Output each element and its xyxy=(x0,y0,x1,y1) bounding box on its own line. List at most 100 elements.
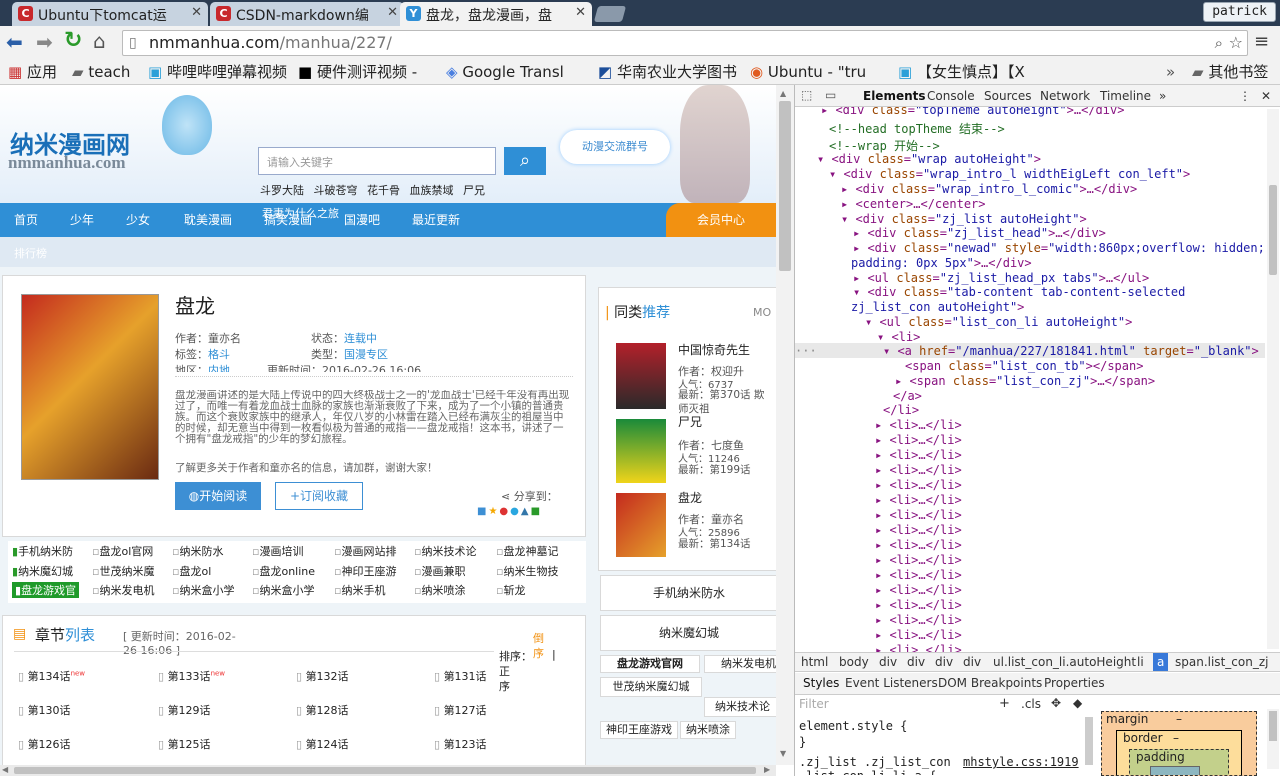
style-rule-element[interactable]: element.style { xyxy=(799,719,907,733)
link-item[interactable]: ▫漫画兼职 xyxy=(414,563,465,579)
dom-node[interactable]: ▸ <div class="newad" style="width:860px;… xyxy=(853,241,1265,255)
color-format-icon[interactable]: ◆ xyxy=(1073,696,1082,710)
chapter-link[interactable]: ▯ 第130话 xyxy=(18,702,71,718)
device-icon[interactable]: ▭ xyxy=(825,88,836,102)
dom-node[interactable]: ▸ <li>…</li> xyxy=(875,598,962,612)
dom-node[interactable]: <span class="list_con_tb"></span> xyxy=(905,359,1143,373)
close-icon[interactable]: ✕ xyxy=(387,5,398,20)
ad-link[interactable]: 纳米发电机 xyxy=(704,655,776,673)
related-name[interactable]: 中国惊奇先生 xyxy=(678,341,750,358)
forward-icon[interactable]: ➡ xyxy=(36,30,53,54)
link-item[interactable]: ▫斩龙 xyxy=(496,582,525,598)
search-input[interactable]: 请输入关键字 xyxy=(258,147,496,175)
qq-group-bubble[interactable]: 动漫交流群号 xyxy=(560,130,670,164)
style-source-link[interactable]: mhstyle.css:1919 xyxy=(963,755,1079,769)
dom-node[interactable]: ▸ <li>…</li> xyxy=(875,583,962,597)
crumb-selected[interactable]: a xyxy=(1153,653,1169,671)
link-item[interactable]: ▫纳米手机 xyxy=(334,582,385,598)
dom-node[interactable]: ▸ <li>…</li> xyxy=(875,538,962,552)
chapter-link[interactable]: ▯ 第125话 xyxy=(158,736,211,752)
qzone-icon[interactable]: ■ xyxy=(477,506,488,517)
dom-node[interactable]: ▸ <li>…</li> xyxy=(875,493,962,507)
crumb[interactable]: div xyxy=(963,655,981,669)
home-icon[interactable]: ⌂ xyxy=(93,29,106,53)
tab-properties[interactable]: Properties xyxy=(1044,676,1105,690)
styles-scrollbar[interactable] xyxy=(1085,717,1093,765)
link-item[interactable]: ▫纳米喷涂 xyxy=(414,582,465,598)
related-cover[interactable] xyxy=(616,419,666,483)
bookmark-google-translate[interactable]: ◈ Google Transl xyxy=(446,62,588,82)
nav-guoman[interactable]: 国漫吧 xyxy=(344,211,380,228)
tab-2[interactable]: C CSDN-markdown编 ✕ xyxy=(210,2,404,26)
close-icon[interactable]: ✕ xyxy=(191,5,202,20)
scroll-thumb[interactable] xyxy=(14,767,756,774)
more-bookmarks-icon[interactable]: » xyxy=(1166,62,1175,82)
pin-icon[interactable]: ✥ xyxy=(1051,696,1061,710)
menu-icon[interactable]: ≡ xyxy=(1254,31,1269,52)
hot-word[interactable]: 斗罗大陆 xyxy=(260,184,304,197)
inspect-icon[interactable]: ⬚ xyxy=(801,88,812,102)
tab-styles[interactable]: Styles xyxy=(803,676,839,690)
link-item[interactable]: ▫纳米盒小学 xyxy=(252,582,314,598)
link-item[interactable]: ▫漫画培训 xyxy=(252,543,303,559)
close-icon[interactable]: ✕ xyxy=(575,5,586,20)
hot-word[interactable]: 君妻为什么之旅 xyxy=(262,205,339,221)
comic-cover[interactable] xyxy=(21,294,159,480)
nav-shaonv[interactable]: 少女 xyxy=(126,211,150,228)
crumb[interactable]: li xyxy=(1137,655,1144,669)
style-rule-selector-cont[interactable]: .list_con_li li a { xyxy=(799,769,936,775)
dom-node[interactable]: </li> xyxy=(883,403,919,417)
link-item[interactable]: ▫纳米盒小学 xyxy=(172,582,234,598)
ad-box[interactable]: 手机纳米防水 xyxy=(600,575,776,611)
dom-node[interactable]: ▸ <div class="topTheme autoHeight">…</di… xyxy=(821,107,1124,117)
link-item[interactable]: ▫盘龙online xyxy=(252,563,315,579)
link-item[interactable]: ▫盘龙神墓记 xyxy=(496,543,558,559)
dom-node[interactable]: ▾ <div class="zj_list autoHeight"> xyxy=(841,212,1087,226)
weibo-icon[interactable]: ● xyxy=(499,506,510,517)
dom-node[interactable]: ▸ <li>…</li> xyxy=(875,628,962,642)
ad-link[interactable]: 神印王座游戏 xyxy=(600,721,678,739)
hot-word[interactable]: 血族禁域 xyxy=(410,184,454,197)
styles-filter-input[interactable]: Filter xyxy=(799,697,829,711)
nav-latest[interactable]: 最近更新 xyxy=(412,211,460,228)
bookmark-bilibili[interactable]: ▣ 哔哩哔哩弹幕视频 xyxy=(148,62,288,82)
crumb[interactable]: body xyxy=(839,655,869,669)
chapter-link[interactable]: ▯ 第129话 xyxy=(158,702,211,718)
related-cover[interactable] xyxy=(616,343,666,409)
tab-elements[interactable]: Elements xyxy=(863,89,926,103)
nav-rank[interactable]: 排行榜 xyxy=(14,245,47,261)
devtools-menu-icon[interactable]: ⋮ xyxy=(1239,89,1251,103)
scroll-left-icon[interactable]: ◀ xyxy=(2,765,8,774)
dom-node[interactable]: ▸ <li>…</li> xyxy=(875,433,962,447)
dom-node[interactable]: ▸ <li>…</li> xyxy=(875,613,962,627)
bookmark-other[interactable]: ▰ 其他书签 xyxy=(1192,62,1278,82)
dom-node[interactable]: ▸ <li>…</li> xyxy=(875,523,962,537)
link-item[interactable]: ▫纳米生物技 xyxy=(496,563,558,579)
dom-node[interactable]: </a> xyxy=(893,389,922,403)
crumb[interactable]: ul.list_con_li.autoHeight xyxy=(993,655,1136,669)
link-item[interactable]: ▮手机纳米防 xyxy=(12,543,73,559)
star-icon[interactable]: ☆ xyxy=(1229,31,1243,55)
bookmark-apps[interactable]: ▦ 应用 xyxy=(8,62,68,82)
tencent-icon[interactable]: ● xyxy=(510,506,521,517)
ad-link[interactable]: 纳米技术论 xyxy=(704,697,776,717)
chapter-link[interactable]: ▯ 第127话 xyxy=(434,702,487,718)
tab-timeline[interactable]: Timeline xyxy=(1100,89,1151,103)
tab-network[interactable]: Network xyxy=(1040,89,1090,103)
dom-comment[interactable]: <!--head topTheme 结束--> xyxy=(829,120,1005,137)
hot-word[interactable]: 花千骨 xyxy=(367,184,400,197)
scroll-down-icon[interactable]: ▼ xyxy=(780,749,786,758)
crumb[interactable]: div xyxy=(879,655,897,669)
dom-node[interactable]: ▸ <li>…</li> xyxy=(875,478,962,492)
link-item[interactable]: ▫纳米技术论 xyxy=(414,543,476,559)
crumb[interactable]: html xyxy=(801,655,828,669)
tab-1[interactable]: C Ubuntu下tomcat运 ✕ xyxy=(12,2,208,26)
tab-sources[interactable]: Sources xyxy=(984,89,1031,103)
bookmark-scau[interactable]: ◩ 华南农业大学图书 xyxy=(598,62,740,82)
cls-toggle[interactable]: .cls xyxy=(1021,697,1041,711)
more-tabs-icon[interactable]: » xyxy=(1159,89,1166,103)
dom-tree[interactable]: ▸ <div class="topTheme autoHeight">…</di… xyxy=(795,107,1265,652)
dom-node[interactable]: ▸ <center>…</center> xyxy=(841,197,986,211)
dom-node[interactable]: ▸ <li>…</li> xyxy=(875,463,962,477)
star-share-icon[interactable]: ★ xyxy=(488,506,499,517)
